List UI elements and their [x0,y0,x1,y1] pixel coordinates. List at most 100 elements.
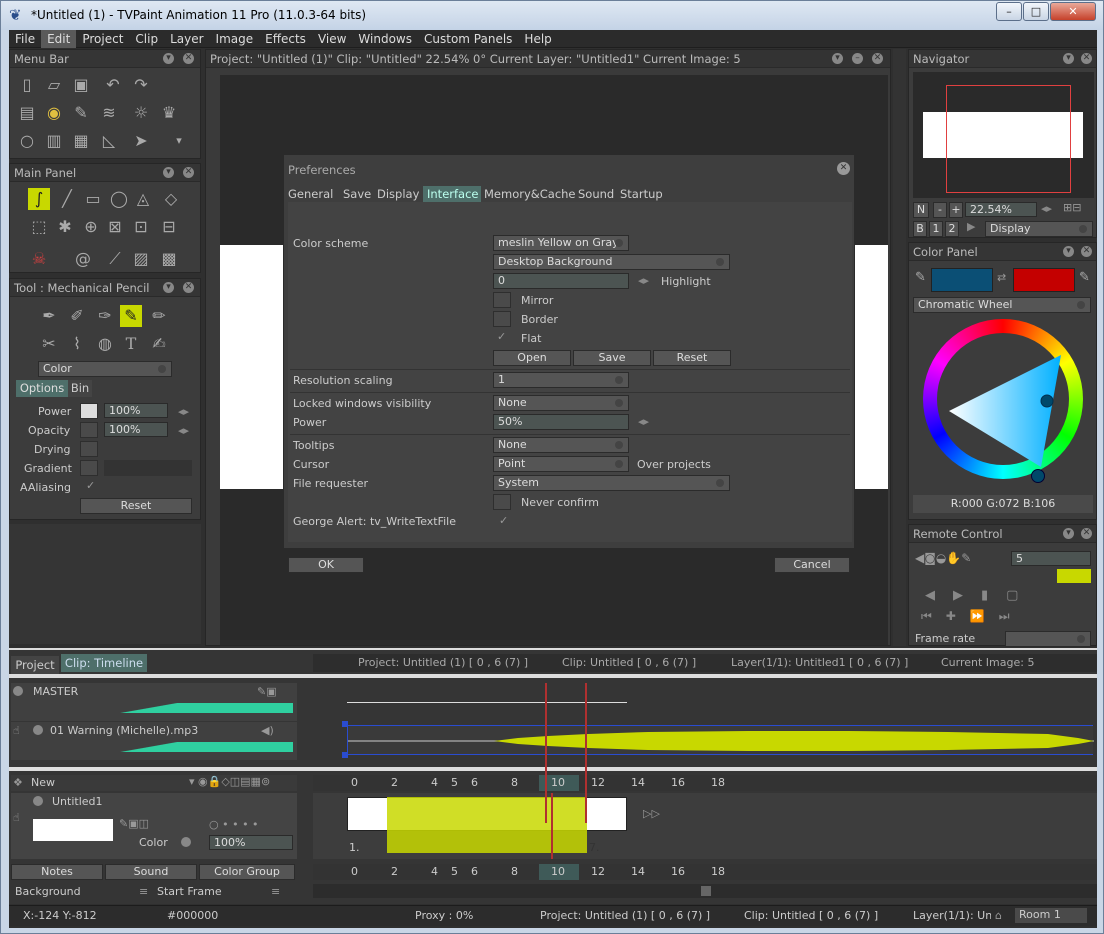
panel-close-icon[interactable]: ✕ [1081,246,1092,257]
timeline-scroll-thumb[interactable] [701,886,711,896]
file-requester-select[interactable]: System [493,475,730,491]
menu-image[interactable]: Image [210,30,260,48]
swirl-icon[interactable]: @ [72,248,94,270]
brush-preset-icon[interactable]: ✎ [70,102,92,124]
color-mode-select[interactable]: Chromatic Wheel [913,297,1091,313]
master-tools-icon[interactable]: ✎▣ [257,685,277,698]
notes-button[interactable]: Notes [11,864,103,880]
rectangle-tool-icon[interactable]: ▭ [82,188,104,210]
film-icon[interactable]: ▥ [43,130,65,152]
eraser-tool-icon[interactable]: ◇ [160,188,182,210]
menu-clip[interactable]: Clip [129,30,164,48]
panel-menu-icon[interactable]: ▾ [1063,528,1074,539]
menu-edit[interactable]: Edit [41,30,77,48]
speaker-icon[interactable]: ◀) [261,724,274,737]
redo-icon[interactable]: ↷ [130,74,152,96]
checker-icon[interactable]: ▩ [158,248,180,270]
lightbulb-icon[interactable]: ☼ [130,102,152,124]
books-icon[interactable]: ▦ [70,130,92,152]
cursor-select[interactable]: Point [493,456,629,472]
tab-startup[interactable]: Startup [620,186,666,202]
power-field[interactable]: 100% [104,403,168,418]
flat-check-icon[interactable]: ✓ [497,330,506,343]
panel-menu-icon[interactable]: ▾ [163,53,174,64]
ellipse-tool-icon[interactable]: ◯ [108,188,130,210]
navigator-fit-icon[interactable]: ⊞⊟ [1063,201,1081,214]
sound-track[interactable] [347,725,1094,755]
eyedropper-icon[interactable]: ✎ [915,270,926,285]
room-select[interactable]: Room 1 [1015,908,1087,923]
new-layer-label[interactable]: New [31,776,55,789]
menu-file[interactable]: File [9,30,41,48]
power-field[interactable]: 50% [493,414,629,430]
freehand-tool-icon[interactable]: ∫ [28,188,50,210]
layers-icon[interactable]: ≋ [98,102,120,124]
frame-rate-select[interactable] [1005,631,1091,647]
drying-checkbox[interactable] [80,441,98,457]
sound-volume-slider[interactable] [33,742,293,752]
opacity-pressure-toggle[interactable] [80,422,98,438]
color-group-button[interactable]: Color Group [199,864,295,880]
secondary-color-swatch[interactable] [1013,268,1075,292]
hue-handle[interactable] [1031,469,1045,483]
george-alert-check-icon[interactable]: ✓ [499,514,508,527]
playhead-line-end[interactable] [585,683,587,823]
mirror-checkbox[interactable] [493,292,511,308]
color-wheel-icon[interactable]: ◉ [43,102,65,124]
warp-tool-icon[interactable]: ⊠ [104,216,126,238]
menu-custom-panels[interactable]: Custom Panels [418,30,518,48]
tab-sound[interactable]: Sound [578,186,614,202]
panel-menu-icon[interactable]: ▾ [163,282,174,293]
close-window-button[interactable]: ✕ [1050,2,1096,21]
menu-layer[interactable]: Layer [164,30,209,48]
background-menu-icon[interactable]: ≡ [139,885,148,898]
remote-tools-icon[interactable]: ◀◙◒✋✎ [915,551,971,565]
never-confirm-checkbox[interactable] [493,494,511,510]
magnifier-icon[interactable]: ○ [16,130,38,152]
tab-bin[interactable]: Bin [68,380,92,397]
right-dock-splitter[interactable] [893,49,906,646]
airbrush-icon[interactable]: ✑ [94,305,116,327]
locked-windows-select[interactable]: None [493,395,629,411]
scheme-open-button[interactable]: Open [493,350,571,366]
step-controls-icon[interactable]: ⏮✚⏩⏭ [921,609,1024,624]
smudge-icon[interactable]: ✍ [148,333,170,355]
panel-menu-icon[interactable]: ▾ [1063,246,1074,257]
remote-frame-field[interactable]: 5 [1011,551,1091,566]
navigator-view-rect[interactable] [946,85,1071,193]
timeline-scrollbar[interactable] [313,884,1097,898]
sound-start-handle[interactable] [342,721,348,727]
navigator-1-button[interactable]: 1 [929,221,943,237]
ruler-icon[interactable]: ◺ [98,130,120,152]
layer-selected-frames[interactable] [387,797,587,853]
navigator-preview[interactable] [913,72,1094,198]
save-icon[interactable]: ▣ [70,74,92,96]
layer-collapse-icon[interactable] [33,796,43,806]
swap-colors-icon[interactable]: ⇄ [997,271,1006,284]
tab-clip-timeline[interactable]: Clip: Timeline [61,654,147,672]
tab-display[interactable]: Display [377,186,421,202]
tab-save[interactable]: Save [343,186,373,202]
navigator-n-button[interactable]: N [913,202,929,218]
room-icon[interactable]: ⌂ [995,909,1002,922]
paper-plane-icon[interactable]: ➤ [130,130,152,152]
playback-controls-icon[interactable]: ◀▶▮▢ [925,588,1036,603]
hue-wheel[interactable] [923,319,1083,483]
project-menu-icon[interactable]: ▾ [832,53,843,64]
instance-extend-icon[interactable]: ▷▷ [643,807,660,820]
paint-brush-icon[interactable]: ⌇ [66,333,88,355]
navigator-2-button[interactable]: 2 [945,221,959,237]
panel-menu-icon[interactable]: ▾ [1063,53,1074,64]
text-tool-icon[interactable]: T [120,333,142,355]
gradient-checkbox[interactable] [80,460,98,476]
project-minimize-icon[interactable]: – [852,53,863,64]
panel-close-icon[interactable]: ✕ [1081,528,1092,539]
gradient-preview[interactable] [104,460,192,476]
panel-close-icon[interactable]: ✕ [183,53,194,64]
aaliasing-check-icon[interactable]: ✓ [86,479,95,492]
tab-general[interactable]: General [288,186,340,202]
sound-button[interactable]: Sound [105,864,197,880]
move-tool-icon[interactable]: ⊕ [80,216,102,238]
zoom-out-button[interactable]: - [933,202,947,218]
power-arrows-icon[interactable]: ◂▸ [638,415,649,428]
